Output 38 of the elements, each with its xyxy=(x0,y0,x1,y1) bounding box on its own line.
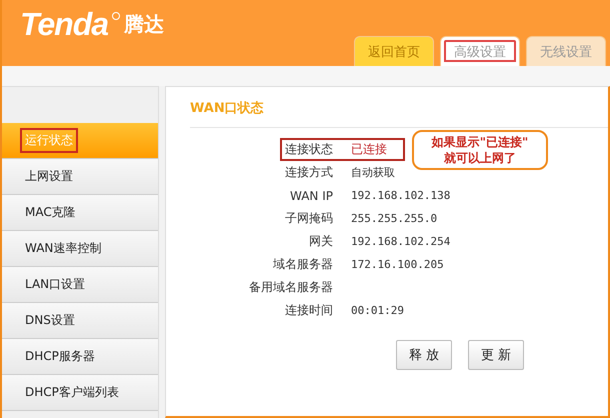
menu-label: 运行状态 xyxy=(20,128,78,153)
brand-logo: Tenda xyxy=(20,6,108,43)
sidebar-item[interactable]: DHCP服务器 xyxy=(2,339,158,375)
menu-label: DNS设置 xyxy=(24,312,76,329)
menu-label: DHCP客户端列表 xyxy=(24,384,120,401)
action-button[interactable]: 更 新 xyxy=(468,340,524,370)
sidebar-item[interactable]: DHCP客户端列表 xyxy=(2,375,158,411)
field-value: 已连接 xyxy=(351,141,387,158)
field-value: 172.16.100.205 xyxy=(351,258,444,271)
callout-text: 就可以上网了 xyxy=(444,150,516,166)
field-label: 备用域名服务器 xyxy=(248,279,334,296)
menu-label: LAN口设置 xyxy=(24,276,86,293)
field-value: 00:01:29 xyxy=(351,304,404,317)
field-value: 192.168.102.138 xyxy=(351,189,450,202)
field-label: 网关 xyxy=(308,233,334,250)
registered-mark-icon xyxy=(112,12,120,20)
field-label: 连接状态 xyxy=(284,141,334,158)
field-label: 子网掩码 xyxy=(284,210,334,227)
menu-label: 上网设置 xyxy=(24,168,74,185)
section-title: WAN口状态 xyxy=(190,99,608,128)
sidebar-item[interactable]: DNS设置 xyxy=(2,303,158,339)
field-label: 连接方式 xyxy=(284,164,334,181)
sidebar-item[interactable]: WAN速率控制 xyxy=(2,231,158,267)
field-label: 连接时间 xyxy=(284,302,334,319)
action-button[interactable]: 释 放 xyxy=(396,340,452,370)
field-value: 255.255.255.0 xyxy=(351,212,438,225)
sidebar-item[interactable]: LAN口设置 xyxy=(2,267,158,303)
callout-text: 如果显示"已连接" xyxy=(432,134,528,150)
menu-label: MAC克隆 xyxy=(24,204,77,221)
menu-label: WAN速率控制 xyxy=(24,240,102,257)
menu-label: DHCP服务器 xyxy=(24,348,96,365)
field-label: WAN IP xyxy=(289,188,334,202)
field-label: 域名服务器 xyxy=(272,256,334,273)
brand-name: 腾达 xyxy=(124,11,164,38)
field-value: 192.168.102.254 xyxy=(351,235,450,248)
sidebar-item[interactable]: 上网设置 xyxy=(2,159,158,195)
sidebar-item[interactable]: MAC克隆 xyxy=(2,195,158,231)
field-value: 自动获取 xyxy=(351,165,395,180)
